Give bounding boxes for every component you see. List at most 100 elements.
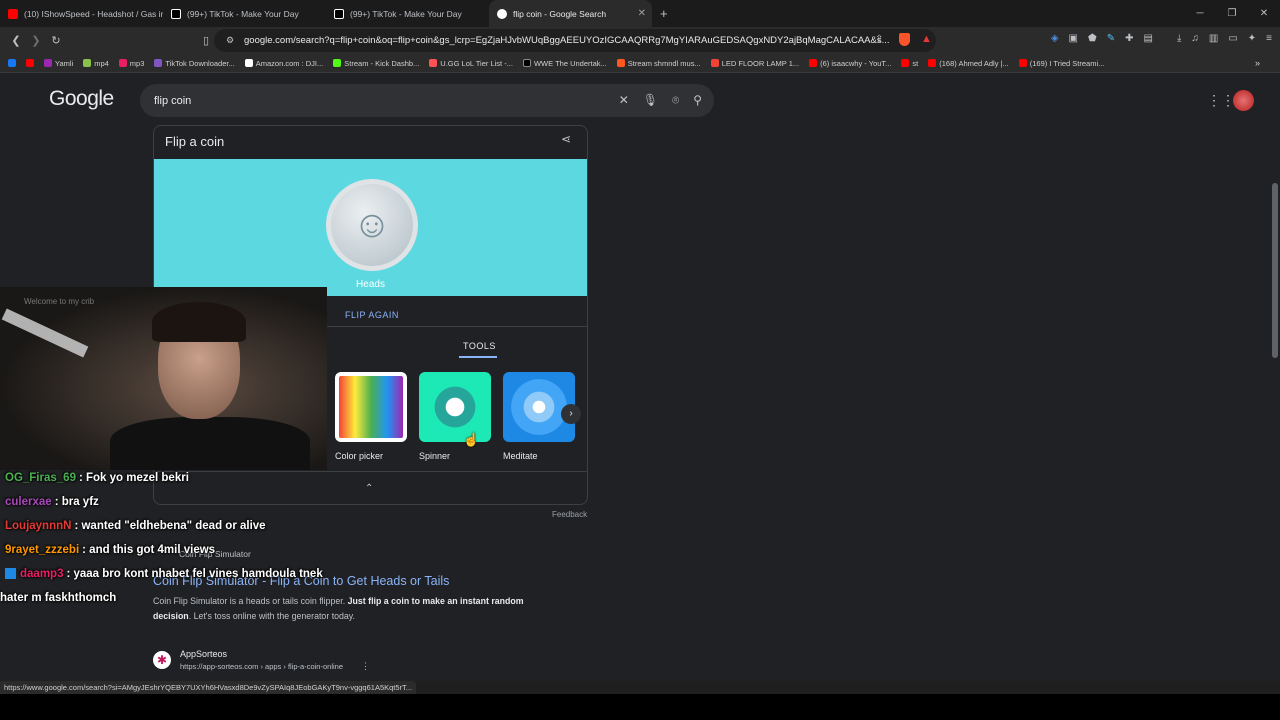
extension-icon[interactable]: ▤: [1143, 33, 1152, 44]
extension-icon[interactable]: ◈: [1051, 33, 1059, 44]
extension-icon[interactable]: ▣: [1069, 33, 1078, 44]
bookmark-youtube[interactable]: [26, 59, 34, 67]
facebook-icon: [8, 59, 16, 67]
media-icon[interactable]: ♫: [1191, 33, 1199, 44]
bookmark-item[interactable]: (168) Ahmed Adly |...: [928, 59, 1009, 68]
download-icon[interactable]: ⤓: [1177, 33, 1181, 44]
chat-text: : wanted "eldhebena" dead or alive: [74, 520, 266, 532]
bookmark-item[interactable]: Stream - Kick Dashb...: [333, 59, 419, 68]
next-tools-icon[interactable]: ›: [561, 404, 581, 424]
bookmark-item[interactable]: (169) I Tried Streami...: [1018, 59, 1104, 68]
bookmark-label: U.GG LoL Tier List -...: [440, 58, 513, 68]
brave-shield-icon[interactable]: [899, 33, 910, 46]
bookmark-item[interactable]: LED FLOOR LAMP 1...: [710, 59, 799, 68]
youtube-icon: [809, 59, 818, 67]
bookmark-item[interactable]: mp3: [118, 59, 144, 68]
extension-icon[interactable]: ⬟: [1088, 33, 1097, 44]
microphone-icon[interactable]: 🎙︎: [643, 93, 658, 108]
google-logo[interactable]: Google: [49, 87, 114, 111]
chat-text: : and this got 4mil views: [82, 544, 216, 556]
camera-lens-icon[interactable]: ⌾: [672, 93, 679, 108]
bookmark-favicon: [244, 59, 253, 67]
bookmark-item[interactable]: mp4: [83, 59, 109, 68]
chat-message: culerxae: bra yfz: [0, 490, 345, 514]
streamer-hair: [152, 302, 246, 342]
tab-youtube[interactable]: (10) IShowSpeed - Headshot / Gas in: [0, 0, 163, 27]
tool-color-picker[interactable]: Color picker: [335, 372, 407, 461]
tab-title: flip coin - Google Search: [513, 8, 607, 19]
bookmark-item[interactable]: Stream shmndl mus...: [616, 59, 701, 68]
navigation-bar: ❮ ❯ ↻ ▯ ⚙ google.com/search?q=flip+coin&…: [0, 27, 1280, 54]
tab-strip: (10) IShowSpeed - Headshot / Gas in (99+…: [0, 0, 1280, 27]
chat-username: culerxae: [5, 496, 52, 508]
address-bar[interactable]: ⚙ google.com/search?q=flip+coin&oq=flip+…: [214, 29, 936, 52]
sidebar-icon[interactable]: ▥: [1209, 33, 1218, 44]
tab-title: (99+) TikTok - Make Your Day: [350, 8, 462, 19]
search-input[interactable]: flip coin ✕ 🎙︎ ⌾ ⚲: [140, 84, 714, 117]
clear-icon[interactable]: ✕: [619, 93, 629, 108]
chat-message: 9rayet_zzzebi: and this got 4mil views: [0, 538, 345, 562]
search-icon[interactable]: ⚲: [693, 93, 702, 108]
chat-overlay: OG_Firas_69: Fok yo mezel bekri culerxae…: [0, 466, 345, 610]
brave-rewards-icon[interactable]: ▲: [921, 33, 932, 45]
tool-label: Meditate: [503, 451, 538, 461]
chat-username: OG_Firas_69: [5, 472, 76, 484]
close-window-icon[interactable]: ✕: [1248, 0, 1280, 27]
tools-tab-indicator: [459, 356, 497, 358]
bookmark-item[interactable]: Yamli: [44, 59, 73, 68]
bookmark-item[interactable]: Amazon.com : DJI...: [244, 59, 323, 68]
scrollbar-thumb[interactable]: [1272, 183, 1278, 358]
tab-title: (10) IShowSpeed - Headshot / Gas in: [24, 8, 163, 19]
restore-icon[interactable]: ❐: [1216, 0, 1248, 27]
close-tab-icon[interactable]: ✕: [638, 8, 646, 19]
bookmark-icon[interactable]: ▯: [196, 34, 216, 47]
leo-icon[interactable]: ✦: [1248, 33, 1256, 44]
result-site-name[interactable]: AppSorteos: [180, 649, 227, 659]
forward-icon[interactable]: ❯: [26, 34, 46, 47]
mouse-cursor-icon: ☝: [463, 432, 480, 447]
tab-tools[interactable]: TOOLS: [463, 341, 496, 351]
bookmark-item[interactable]: TikTok Downloader...: [154, 59, 235, 68]
tab-google-search[interactable]: flip coin - Google Search ✕: [489, 0, 652, 27]
flip-again-button[interactable]: FLIP AGAIN: [345, 310, 399, 320]
tab-title: (99+) TikTok - Make Your Day: [187, 8, 299, 19]
result-url[interactable]: https://app-sorteos.com › apps › flip-a-…: [180, 662, 343, 671]
appsorteos-icon: ✱: [153, 651, 171, 669]
back-icon[interactable]: ❮: [6, 34, 26, 47]
chat-message: OG_Firas_69: Fok yo mezel bekri: [0, 466, 345, 490]
site-info-icon[interactable]: ⚙: [226, 35, 234, 46]
youtube-icon: [901, 59, 910, 67]
puzzle-icon[interactable]: ✚: [1125, 33, 1133, 44]
bookmark-item[interactable]: st: [901, 59, 918, 68]
share-page-icon[interactable]: ⇪: [875, 34, 883, 45]
minimize-icon[interactable]: ─: [1184, 0, 1216, 27]
youtube-icon: [1018, 59, 1027, 67]
tab-tiktok-2[interactable]: (99+) TikTok - Make Your Day: [326, 0, 489, 27]
share-icon[interactable]: ⋖: [561, 132, 571, 146]
more-bookmarks-icon[interactable]: »: [1255, 58, 1260, 68]
prime-badge-icon: [5, 568, 16, 580]
bottom-letterbox: [0, 694, 1280, 720]
bookmark-item[interactable]: WWE The Undertak...: [522, 59, 607, 68]
collapse-icon[interactable]: ⌃: [365, 483, 373, 494]
reload-icon[interactable]: ↻: [46, 34, 66, 47]
bookmark-label: st: [912, 58, 919, 68]
extension-icon[interactable]: ✎: [1107, 33, 1115, 44]
feedback-link[interactable]: Feedback: [552, 510, 587, 519]
wallet-icon[interactable]: ▭: [1228, 33, 1237, 44]
avatar[interactable]: [1233, 90, 1254, 111]
chat-text: : Fok yo mezel bekri: [78, 472, 189, 484]
more-options-icon[interactable]: ⋮: [361, 661, 370, 672]
bookmark-favicon: [154, 59, 163, 67]
tool-spinner[interactable]: Spinner: [419, 372, 491, 461]
new-tab-button[interactable]: +: [660, 6, 668, 21]
snippet-text: . Let's toss online with the generator t…: [188, 611, 355, 621]
bookmark-facebook[interactable]: [8, 59, 16, 67]
bookmark-item[interactable]: (6) isaacwhy - YouT...: [809, 59, 891, 68]
bookmark-item[interactable]: U.GG LoL Tier List -...: [429, 59, 513, 68]
coin-area[interactable]: ☺ Heads: [154, 159, 587, 296]
chat-username: LoujaynnnN: [5, 520, 72, 532]
tab-tiktok-1[interactable]: (99+) TikTok - Make Your Day: [163, 0, 326, 27]
menu-icon[interactable]: ≡: [1266, 33, 1272, 44]
coin-heads-icon[interactable]: ☺: [326, 179, 418, 271]
